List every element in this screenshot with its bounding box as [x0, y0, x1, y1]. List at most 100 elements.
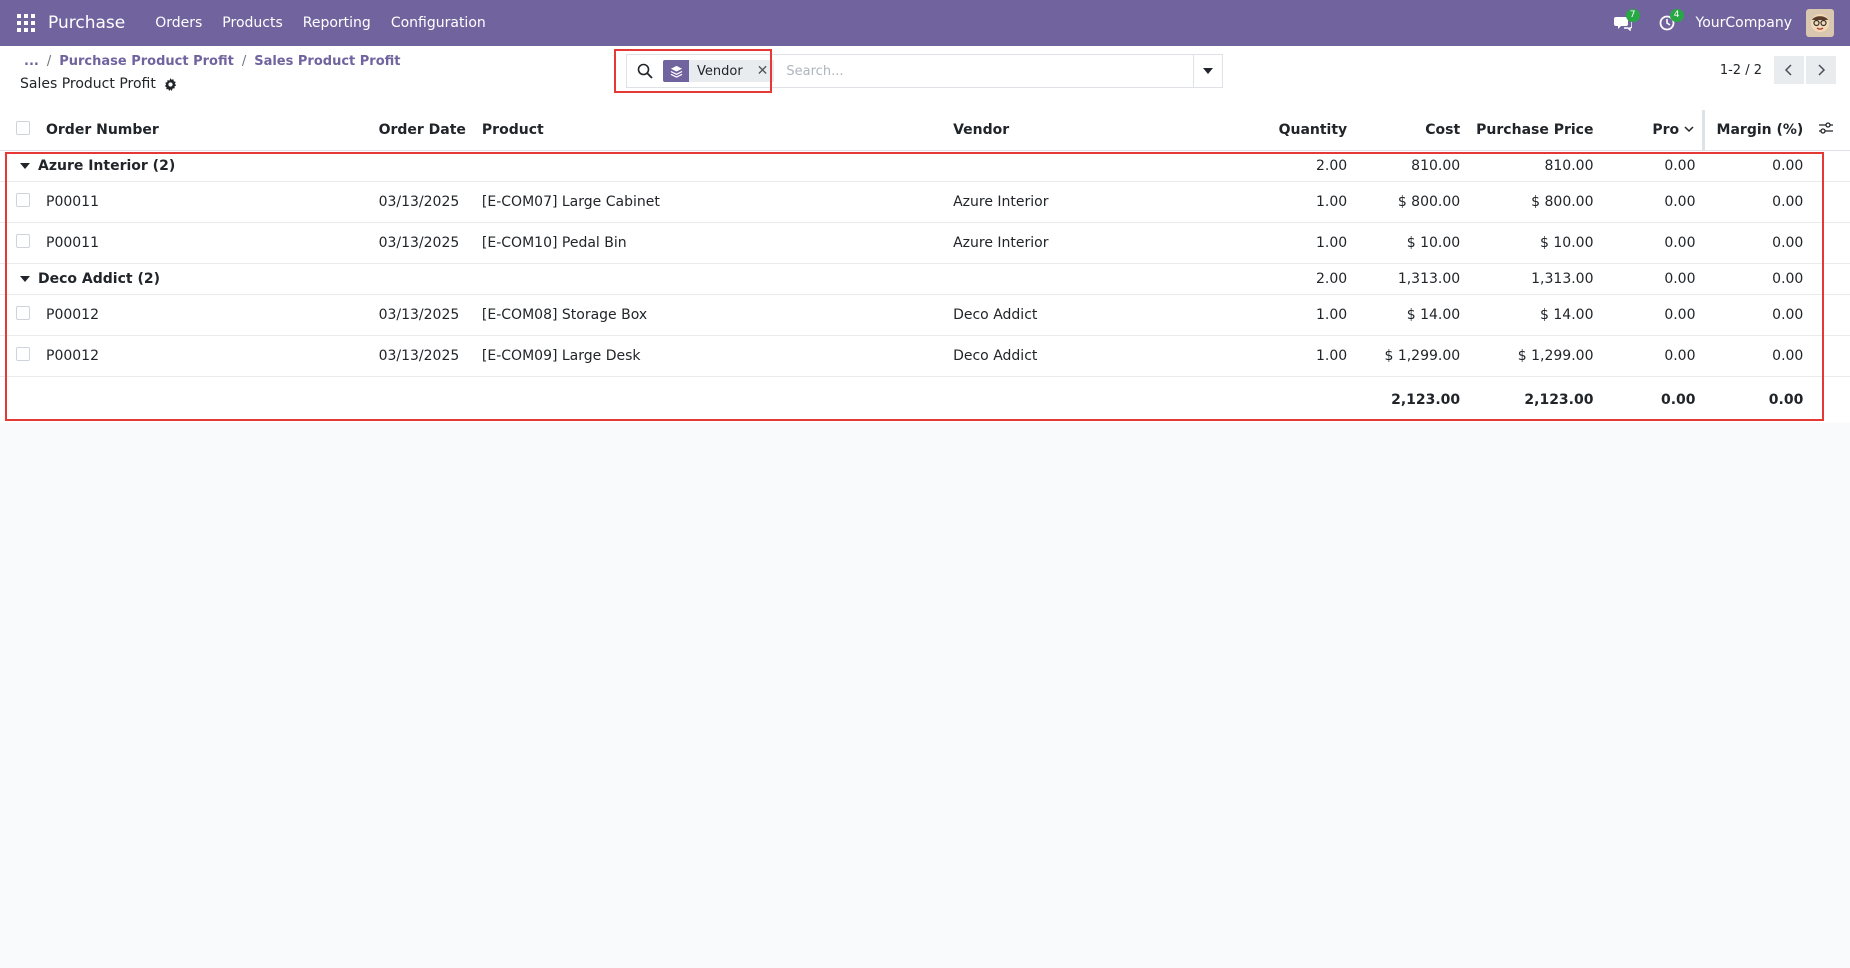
menu-configuration[interactable]: Configuration — [381, 15, 496, 31]
cell-vendor[interactable]: Deco Addict — [945, 294, 1199, 336]
table-row[interactable]: P00012 03/13/2025 [E-COM08] Storage Box … — [0, 294, 1850, 336]
col-quantity[interactable]: Quantity — [1198, 110, 1356, 151]
cell-order-date[interactable]: 03/13/2025 — [370, 294, 474, 336]
cell-purchase-price[interactable]: $ 10.00 — [1468, 222, 1602, 264]
menu-products[interactable]: Products — [212, 15, 292, 31]
search-options-toggle[interactable] — [1193, 55, 1222, 87]
optional-columns-toggle[interactable] — [1811, 110, 1850, 151]
user-avatar[interactable] — [1806, 9, 1834, 37]
chevron-down-icon — [1684, 126, 1694, 133]
cell-order-number[interactable]: P00011 — [38, 181, 371, 223]
row-checkbox-cell[interactable] — [0, 181, 38, 223]
row-checkbox[interactable] — [16, 193, 30, 207]
cell-vendor[interactable]: Azure Interior — [945, 181, 1199, 223]
cell-product[interactable]: [E-COM07] Large Cabinet — [473, 181, 946, 223]
messages-button[interactable]: 7 — [1608, 8, 1640, 38]
apps-grid-icon[interactable] — [17, 14, 35, 32]
cell-cost[interactable]: $ 10.00 — [1355, 222, 1469, 264]
table-header: Order Number Order Date Product Vendor Q… — [0, 110, 1850, 151]
cell-profit[interactable]: 0.00 — [1601, 294, 1704, 336]
cell-quantity[interactable]: 1.00 — [1198, 335, 1356, 377]
cell-purchase-price[interactable]: $ 1,299.00 — [1468, 335, 1602, 377]
row-checkbox-cell[interactable] — [0, 222, 38, 264]
pager-value[interactable]: 1-2 / 2 — [1720, 63, 1762, 78]
cell-cost[interactable]: $ 1,299.00 — [1355, 335, 1469, 377]
cell-vendor[interactable]: Azure Interior — [945, 222, 1199, 264]
col-order-number[interactable]: Order Number — [38, 110, 371, 151]
col-margin[interactable]: Margin (%) — [1703, 110, 1812, 151]
col-vendor[interactable]: Vendor — [945, 110, 1199, 151]
row-trailing-cell — [1811, 181, 1850, 223]
col-cost[interactable]: Cost — [1355, 110, 1469, 151]
cell-quantity[interactable]: 1.00 — [1198, 294, 1356, 336]
page-title: Sales Product Profit — [20, 76, 177, 92]
cell-order-date[interactable]: 03/13/2025 — [370, 181, 474, 223]
cell-order-number[interactable]: P00011 — [38, 222, 371, 264]
cell-purchase-price[interactable]: $ 14.00 — [1468, 294, 1602, 336]
breadcrumb-purchase-product-profit[interactable]: Purchase Product Profit — [59, 54, 234, 69]
cell-quantity[interactable]: 1.00 — [1198, 181, 1356, 223]
cell-profit[interactable]: 0.00 — [1601, 181, 1704, 223]
breadcrumb: ... / Purchase Product Profit / Sales Pr… — [24, 54, 401, 69]
table-row[interactable]: P00011 03/13/2025 [E-COM07] Large Cabine… — [0, 181, 1850, 223]
select-all-checkbox[interactable] — [16, 121, 30, 135]
cell-margin[interactable]: 0.00 — [1703, 181, 1812, 223]
col-product[interactable]: Product — [473, 110, 946, 151]
top-navbar: Purchase Orders Products Reporting Confi… — [0, 0, 1850, 46]
cell-profit[interactable]: 0.00 — [1601, 335, 1704, 377]
cell-product[interactable]: [E-COM08] Storage Box — [473, 294, 946, 336]
total-profit: 0.00 — [1660, 392, 1696, 408]
row-checkbox[interactable] — [16, 234, 30, 248]
cell-margin[interactable]: 0.00 — [1703, 294, 1812, 336]
cell-margin[interactable]: 0.00 — [1703, 335, 1812, 377]
col-order-date[interactable]: Order Date — [370, 110, 474, 151]
menu-orders[interactable]: Orders — [145, 15, 212, 31]
gear-icon[interactable] — [164, 77, 177, 91]
total-purchase-price: 2,123.00 — [1524, 392, 1594, 408]
group-trailing-cell — [1811, 263, 1850, 295]
activities-button[interactable]: 4 — [1652, 8, 1684, 38]
cell-product[interactable]: [E-COM10] Pedal Bin — [473, 222, 946, 264]
group-row-deco-addict[interactable]: Deco Addict (2) 2.00 1,313.00 1,313.00 0… — [0, 263, 1850, 295]
group-cost: 1,313.00 — [1355, 263, 1469, 295]
cell-order-number[interactable]: P00012 — [38, 294, 371, 336]
cell-order-date[interactable]: 03/13/2025 — [370, 222, 474, 264]
cell-product[interactable]: [E-COM09] Large Desk — [473, 335, 946, 377]
menu-reporting[interactable]: Reporting — [293, 15, 381, 31]
cell-purchase-price[interactable]: $ 800.00 — [1468, 181, 1602, 223]
cell-margin[interactable]: 0.00 — [1703, 222, 1812, 264]
app-name[interactable]: Purchase — [48, 13, 125, 33]
cell-order-number[interactable]: P00012 — [38, 335, 371, 377]
pager-previous-button[interactable] — [1774, 56, 1804, 84]
caret-down-icon — [20, 276, 30, 282]
company-switcher[interactable]: YourCompany — [1696, 15, 1793, 31]
breadcrumb-sales-product-profit[interactable]: Sales Product Profit — [254, 54, 400, 69]
row-checkbox[interactable] — [16, 306, 30, 320]
row-trailing-cell — [1811, 222, 1850, 264]
cell-order-date[interactable]: 03/13/2025 — [370, 335, 474, 377]
group-margin: 0.00 — [1703, 263, 1812, 295]
page-title-text: Sales Product Profit — [20, 76, 156, 92]
row-checkbox[interactable] — [16, 347, 30, 361]
chevron-left-icon — [1784, 64, 1792, 76]
table-row[interactable]: P00011 03/13/2025 [E-COM10] Pedal Bin Az… — [0, 222, 1850, 264]
select-all-checkbox-cell[interactable] — [0, 110, 38, 151]
cell-cost[interactable]: $ 14.00 — [1355, 294, 1469, 336]
cell-vendor[interactable]: Deco Addict — [945, 335, 1199, 377]
col-profit[interactable]: Pro — [1601, 110, 1706, 151]
search-facet-highlight — [614, 49, 772, 93]
table-row[interactable]: P00012 03/13/2025 [E-COM09] Large Desk D… — [0, 335, 1850, 377]
row-checkbox-cell[interactable] — [0, 294, 38, 336]
row-checkbox-cell[interactable] — [0, 335, 38, 377]
caret-down-icon — [20, 163, 30, 169]
cell-cost[interactable]: $ 800.00 — [1355, 181, 1469, 223]
group-row-azure-interior[interactable]: Azure Interior (2) 2.00 810.00 810.00 0.… — [0, 150, 1850, 182]
cell-profit[interactable]: 0.00 — [1601, 222, 1704, 264]
col-purchase-price[interactable]: Purchase Price — [1468, 110, 1602, 151]
cell-quantity[interactable]: 1.00 — [1198, 222, 1356, 264]
pager-next-button[interactable] — [1806, 56, 1836, 84]
search-input[interactable] — [784, 62, 1189, 80]
breadcrumb-ellipsis[interactable]: ... — [24, 54, 39, 69]
total-cost: 2,123.00 — [1391, 392, 1461, 408]
row-trailing-cell — [1811, 294, 1850, 336]
